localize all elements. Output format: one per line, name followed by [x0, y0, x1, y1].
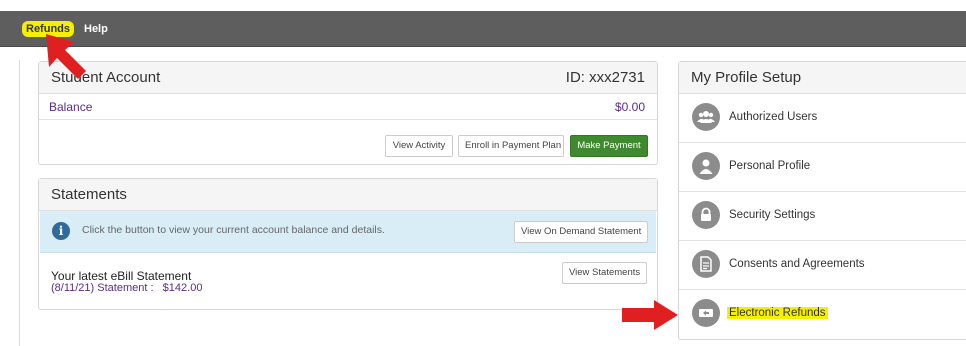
annotation-arrow-electronic-refunds — [622, 300, 678, 330]
view-on-demand-statement-button[interactable]: View On Demand Statement — [514, 221, 648, 243]
profile-item-label: Personal Profile — [729, 160, 811, 172]
enroll-payment-plan-button[interactable]: Enroll in Payment Plan — [458, 135, 564, 157]
view-statements-button[interactable]: View Statements — [562, 262, 647, 284]
annotation-arrow-refunds — [46, 34, 86, 79]
profile-item-label: Authorized Users — [729, 111, 818, 123]
student-account-panel: Student Account ID: xxx2731 Balance $0.0… — [38, 61, 658, 165]
balance-label: Balance — [49, 100, 93, 114]
profile-setup-title: My Profile Setup — [679, 62, 966, 94]
info-text: Click the button to view your current ac… — [82, 224, 385, 236]
person-icon — [692, 152, 720, 180]
document-icon — [692, 250, 720, 278]
refund-icon — [692, 299, 720, 327]
profile-item-label: Security Settings — [729, 209, 816, 221]
balance-row: Balance $0.00 — [39, 94, 657, 120]
left-sidebar-edge — [0, 60, 20, 346]
profile-item-authorized-users[interactable]: Authorized Users — [679, 94, 966, 143]
student-account-title: Student Account — [39, 62, 657, 94]
view-activity-button[interactable]: View Activity — [385, 135, 453, 157]
profile-item-security-settings[interactable]: Security Settings — [679, 192, 966, 241]
balance-value: $0.00 — [614, 100, 645, 114]
student-id: ID: xxx2731 — [565, 69, 645, 86]
statements-info-banner: i Click the button to view your current … — [40, 211, 656, 253]
profile-setup-panel: My Profile Setup Authorized Users Person… — [678, 61, 966, 340]
top-nav-bar: Refunds Help — [0, 11, 966, 47]
make-payment-button[interactable]: Make Payment — [570, 135, 648, 157]
profile-item-consents-agreements[interactable]: Consents and Agreements — [679, 241, 966, 290]
info-icon: i — [52, 222, 70, 240]
lock-icon — [692, 201, 720, 229]
statements-panel: Statements i Click the button to view yo… — [38, 178, 658, 310]
users-icon — [692, 103, 720, 131]
latest-ebill-title: Your latest eBill Statement — [51, 269, 192, 283]
latest-ebill-statement-link[interactable]: (8/11/21) Statement : $142.00 — [51, 282, 202, 294]
profile-item-label: Electronic Refunds — [727, 307, 828, 319]
profile-item-electronic-refunds[interactable]: Electronic Refunds — [679, 290, 966, 339]
profile-item-personal-profile[interactable]: Personal Profile — [679, 143, 966, 192]
statements-title: Statements — [39, 179, 657, 211]
profile-item-label: Consents and Agreements — [729, 258, 865, 270]
